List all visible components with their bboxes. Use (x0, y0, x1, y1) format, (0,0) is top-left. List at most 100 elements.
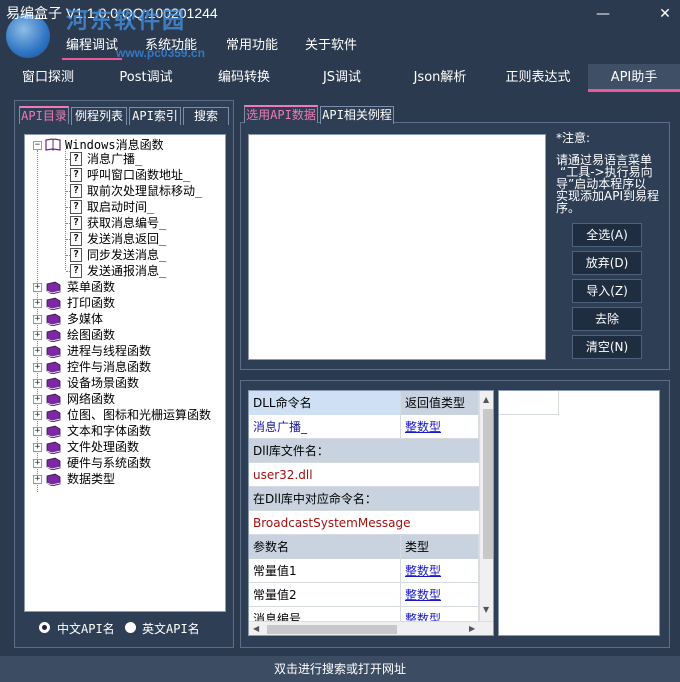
tree-label: 硬件与系统函数 (67, 456, 152, 470)
tree-node-group[interactable]: + 位图、图标和光栅运算函数 (25, 407, 225, 423)
tool-tabs: 窗口探测 Post调试 编码转换 JS调试 Json解析 正则表达式 API助手 (0, 64, 680, 92)
discard-button[interactable]: 放弃(D) (572, 251, 642, 275)
tree-node-group[interactable]: + 控件与消息函数 (25, 359, 225, 375)
tree-node-group[interactable]: + 菜单函数 (25, 279, 225, 295)
param-type-link[interactable]: 整数型 (405, 564, 441, 578)
menu-system-functions[interactable]: 系统功能 (141, 34, 201, 60)
tab-js-debug[interactable]: JS调试 (302, 64, 382, 92)
menu-programming-debug[interactable]: 编程调试 (62, 34, 123, 60)
table-row[interactable]: 常量值2 整数型 (249, 583, 493, 607)
select-all-button[interactable]: 全选(A) (572, 223, 642, 247)
table-row[interactable]: BroadcastSystemMessage (249, 511, 479, 535)
scrollbar-thumb[interactable] (267, 625, 397, 634)
table-row[interactable]: user32.dll (249, 463, 479, 487)
title-bar: 易编盒子 V1.1.0.0 QQ:100201244 河东软件园 — ✕ (0, 0, 680, 58)
tree-node-group[interactable]: + 数据类型 (25, 471, 225, 487)
expand-icon[interactable]: + (33, 459, 42, 468)
expand-icon[interactable]: + (33, 475, 42, 484)
watermark-text: 河东软件园 (66, 8, 187, 34)
tree-node-group[interactable]: + 文本和字体函数 (25, 423, 225, 439)
horizontal-scrollbar[interactable]: ◀ ▶ (249, 621, 493, 635)
tab-api-helper[interactable]: API助手 (588, 64, 680, 92)
clear-button[interactable]: 清空(N) (572, 335, 642, 359)
selected-api-list[interactable] (248, 134, 546, 360)
tab-selected-api-data[interactable]: 选用API数据 (244, 105, 318, 123)
radio-label-chinese: 中文API名 (57, 622, 115, 636)
tree-leaf[interactable]: ? 消息广播_ (25, 151, 225, 167)
tab-api-index[interactable]: API索引 (129, 107, 181, 125)
param-name[interactable]: 常量值2 (249, 583, 401, 607)
table-row[interactable]: 常量值1 整数型 (249, 559, 493, 583)
book-icon (46, 297, 61, 310)
help-doc-icon: ? (70, 152, 82, 166)
collapse-icon[interactable]: − (33, 141, 42, 150)
tab-window-probe[interactable]: 窗口探测 (8, 64, 88, 92)
close-button[interactable]: ✕ (654, 4, 676, 24)
expand-icon[interactable]: + (33, 379, 42, 388)
param-name[interactable]: 常量值1 (249, 559, 401, 583)
tree-leaf[interactable]: ? 取前次处理鼠标移动_ (25, 183, 225, 199)
tab-example-list[interactable]: 例程列表 (71, 107, 127, 125)
expand-icon[interactable]: + (33, 395, 42, 404)
menu-about[interactable]: 关于软件 (301, 34, 361, 60)
table-row[interactable]: 消息广播_ 整数型 (249, 415, 493, 439)
tree-leaf[interactable]: ? 获取消息编号_ (25, 215, 225, 231)
api-example-box[interactable] (498, 390, 660, 636)
scroll-down-icon[interactable]: ▼ (483, 605, 489, 614)
tree-leaf[interactable]: ? 发送通报消息_ (25, 263, 225, 279)
tree-node-group[interactable]: + 打印函数 (25, 295, 225, 311)
tab-search[interactable]: 搜索 (183, 107, 229, 125)
book-icon (46, 377, 61, 390)
tree-node-group[interactable]: + 进程与线程函数 (25, 343, 225, 359)
dll-file-value[interactable]: user32.dll (249, 463, 479, 487)
tree-node-group[interactable]: + 设备场景函数 (25, 375, 225, 391)
expand-icon[interactable]: + (33, 363, 42, 372)
tab-encoding[interactable]: 编码转换 (204, 64, 284, 92)
expand-icon[interactable]: + (33, 283, 42, 292)
tab-api-catalog[interactable]: API目录 (19, 106, 69, 124)
minimize-button[interactable]: — (592, 4, 614, 24)
scroll-up-icon[interactable]: ▲ (483, 395, 489, 404)
tree-leaf[interactable]: ? 同步发送消息_ (25, 247, 225, 263)
scrollbar-thumb[interactable] (483, 409, 493, 559)
expand-icon[interactable]: + (33, 331, 42, 340)
return-type-link[interactable]: 整数型 (405, 420, 441, 434)
param-type-cell[interactable]: 整数型 (401, 583, 479, 607)
book-icon (46, 457, 61, 470)
vertical-scrollbar[interactable]: ▲ ▼ (479, 391, 493, 621)
tab-post-debug[interactable]: Post调试 (106, 64, 186, 92)
tree-node-group[interactable]: + 绘图函数 (25, 327, 225, 343)
expand-icon[interactable]: + (33, 411, 42, 420)
expand-icon[interactable]: + (33, 443, 42, 452)
book-icon (46, 473, 61, 486)
radio-chinese-api-name[interactable] (39, 622, 50, 633)
dll-command-value[interactable]: BroadcastSystemMessage (249, 511, 479, 535)
radio-english-api-name[interactable] (125, 622, 136, 633)
help-doc-icon: ? (70, 264, 82, 278)
dll-command-name[interactable]: 消息广播_ (249, 415, 401, 439)
tab-regex[interactable]: 正则表达式 (496, 64, 580, 92)
tree-leaf[interactable]: ? 发送消息返回_ (25, 231, 225, 247)
book-icon (46, 441, 61, 454)
param-type-link[interactable]: 整数型 (405, 588, 441, 602)
expand-icon[interactable]: + (33, 427, 42, 436)
param-type-cell[interactable]: 整数型 (401, 559, 479, 583)
expand-icon[interactable]: + (33, 347, 42, 356)
tab-json-parse[interactable]: Json解析 (398, 64, 482, 92)
tree-leaf[interactable]: ? 呼叫窗口函数地址_ (25, 167, 225, 183)
return-type-cell[interactable]: 整数型 (401, 415, 479, 439)
tree-node-group[interactable]: + 多媒体 (25, 311, 225, 327)
scroll-right-icon[interactable]: ▶ (469, 624, 475, 633)
tree-node-group[interactable]: + 文件处理函数 (25, 439, 225, 455)
import-button[interactable]: 导入(Z) (572, 279, 642, 303)
menu-common-functions[interactable]: 常用功能 (222, 34, 282, 60)
expand-icon[interactable]: + (33, 299, 42, 308)
remove-button[interactable]: 去除 (572, 307, 642, 331)
scroll-left-icon[interactable]: ◀ (253, 624, 259, 633)
expand-icon[interactable]: + (33, 315, 42, 324)
tree-node-group[interactable]: + 网络函数 (25, 391, 225, 407)
tree-leaf[interactable]: ? 取启动时间_ (25, 199, 225, 215)
tab-api-examples[interactable]: API相关例程 (320, 106, 394, 124)
tree-node-group[interactable]: + 硬件与系统函数 (25, 455, 225, 471)
help-doc-icon: ? (70, 232, 82, 246)
